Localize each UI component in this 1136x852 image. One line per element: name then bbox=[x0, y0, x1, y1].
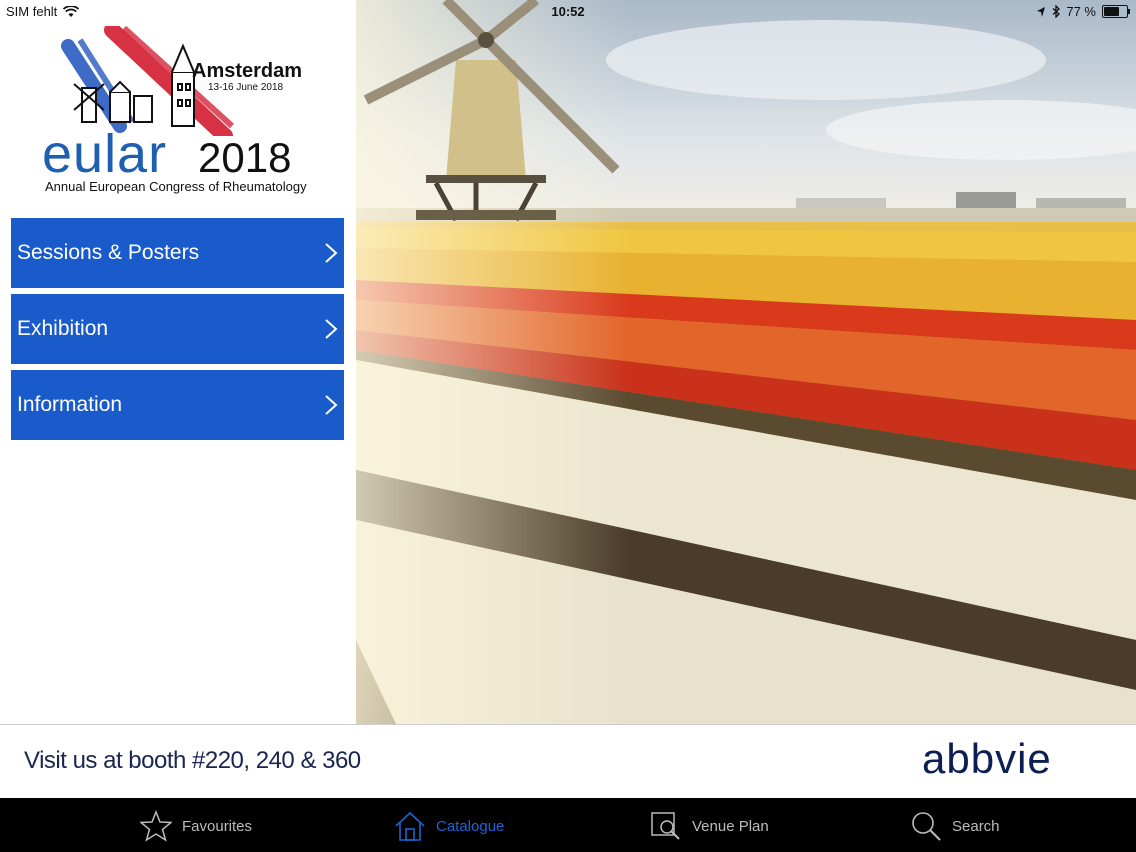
tab-label: Venue Plan bbox=[692, 817, 769, 835]
menu-item-sessions-posters[interactable]: Sessions & Posters bbox=[11, 218, 344, 288]
tab-catalogue[interactable]: Catalogue bbox=[394, 810, 504, 842]
main-menu: Sessions & Posters Exhibition Informatio… bbox=[11, 218, 344, 446]
menu-item-label: Sessions & Posters bbox=[17, 241, 200, 264]
sidebar: Amsterdam 13-16 June 2018 eular 2018 Ann… bbox=[0, 0, 357, 724]
battery-fill bbox=[1104, 7, 1120, 16]
hero-image bbox=[356, 0, 1136, 724]
logo-year: 2018 bbox=[198, 134, 292, 181]
menu-item-exhibition[interactable]: Exhibition bbox=[11, 294, 344, 364]
tab-venue-plan[interactable]: Venue Plan bbox=[650, 810, 769, 842]
chevron-right-icon bbox=[325, 319, 338, 339]
logo-wordmark: eular bbox=[42, 124, 168, 184]
chevron-right-icon bbox=[325, 243, 338, 263]
eular-logo: Amsterdam 13-16 June 2018 eular 2018 Ann… bbox=[40, 26, 330, 196]
battery-percent: 77 % bbox=[1066, 4, 1096, 19]
star-icon bbox=[140, 810, 172, 842]
status-bar: SIM fehlt 10:52 77 % bbox=[0, 0, 1136, 22]
tab-bar: Favourites Catalogue Venue Plan Search bbox=[0, 798, 1136, 852]
battery-icon bbox=[1102, 5, 1130, 18]
booth-text: Visit us at booth #220, 240 & 360 bbox=[24, 747, 361, 774]
windmill-tulip-field-illustration bbox=[356, 0, 1136, 724]
magnifier-icon bbox=[912, 812, 941, 841]
logo-dates: 13-16 June 2018 bbox=[208, 82, 284, 93]
menu-item-label: Exhibition bbox=[17, 317, 109, 340]
tab-label: Search bbox=[952, 817, 1000, 835]
chevron-right-icon bbox=[325, 395, 338, 415]
bluetooth-icon bbox=[1052, 5, 1061, 18]
location-icon bbox=[1037, 6, 1046, 17]
map-search-icon bbox=[651, 812, 680, 840]
tab-label: Catalogue bbox=[436, 817, 505, 835]
menu-item-information[interactable]: Information bbox=[11, 370, 344, 440]
tab-search[interactable]: Search bbox=[910, 810, 1000, 842]
status-right: 77 % bbox=[1036, 4, 1130, 19]
logo-subtitle: Annual European Congress of Rheumatology bbox=[45, 179, 307, 194]
clock: 10:52 bbox=[551, 4, 585, 19]
sponsor-banner[interactable]: Visit us at booth #220, 240 & 360 abbvie bbox=[0, 724, 1136, 799]
logo-city: Amsterdam bbox=[192, 60, 303, 82]
tab-favourites[interactable]: Favourites bbox=[140, 810, 252, 842]
tab-label: Favourites bbox=[182, 817, 253, 835]
home-icon bbox=[395, 811, 425, 841]
menu-item-label: Information bbox=[17, 393, 123, 416]
abbvie-logo: abbvie bbox=[922, 735, 1052, 782]
